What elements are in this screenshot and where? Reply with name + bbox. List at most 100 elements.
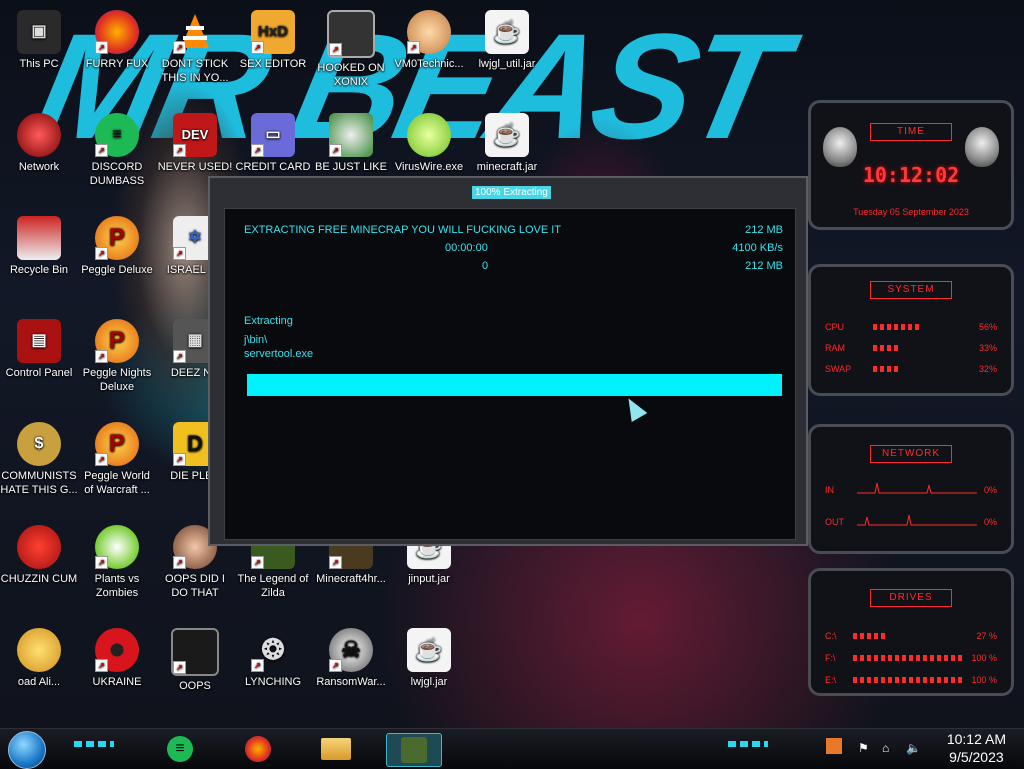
desktop-icon-viruswire[interactable]: VirusWire.exe xyxy=(390,113,468,174)
computer-icon: ▣ xyxy=(17,10,61,54)
processed-size: 212 MB xyxy=(745,260,783,272)
radiation-icon: ↗ xyxy=(95,628,139,672)
firefox-icon xyxy=(245,736,271,762)
taskbar-decoration xyxy=(74,741,114,747)
swap-label: SWAP xyxy=(825,364,852,374)
java-icon: ☕ xyxy=(407,628,451,672)
desktop-icon-oops[interactable]: ↗ OOPS xyxy=(156,628,234,693)
ram-label: RAM xyxy=(825,343,845,353)
network-icon[interactable]: ⌂ xyxy=(882,741,889,755)
desktop-icon-communists[interactable]: $ COMMUNISTS HATE THIS G... xyxy=(0,422,78,497)
icon-label: Recycle Bin xyxy=(9,264,69,276)
taskbar-clock[interactable]: 10:12 AM 9/5/2023 xyxy=(947,730,1006,766)
flag-icon[interactable]: ⚑ xyxy=(858,741,869,755)
money-bag-icon: $ xyxy=(17,422,61,466)
spotify-icon: ≡ ↗ xyxy=(95,113,139,157)
desktop-icon-chuzzin[interactable]: CHUZZIN CUM xyxy=(0,525,78,586)
tray-app-icon[interactable] xyxy=(826,738,842,754)
java-icon: ☕ xyxy=(485,10,529,54)
icon-label: HOOKED ON XONIX xyxy=(317,62,385,88)
santa-icon: ↗ xyxy=(329,113,373,157)
current-file: servertool.exe xyxy=(244,348,314,360)
icon-label: minecraft.jar xyxy=(476,161,538,173)
skull-icon: ☠ ↗ xyxy=(329,628,373,672)
desktop-icon-peggle-deluxe[interactable]: P ↗ Peggle Deluxe xyxy=(78,216,156,277)
extract-heading: EXTRACTING FREE MINECRAP YOU WILL FUCKIN… xyxy=(244,224,562,236)
desktop-icon-peggle-wow[interactable]: P ↗ Peggle World of Warcraft ... xyxy=(78,422,156,497)
desktop-icon-discord[interactable]: ≡ ↗ DISCORD DUMBASS xyxy=(78,113,156,188)
icon-label: LYNCHING xyxy=(244,676,302,688)
desktop-icon-dont-stick[interactable]: ↗ DONT STICK THIS IN YO... xyxy=(156,10,234,85)
desktop-icon-pvz[interactable]: ↗ Plants vs Zombies xyxy=(78,525,156,600)
hxd-icon: HxD ↗ xyxy=(251,10,295,54)
taskbar-firefox[interactable] xyxy=(238,733,278,765)
icon-label: Control Panel xyxy=(5,367,73,379)
drive-f-label: F:\ xyxy=(825,653,836,663)
network-header: NETWORK xyxy=(870,445,952,463)
desktop-icon-control-panel[interactable]: ▤ Control Panel xyxy=(0,319,78,380)
dialog-title: 100% Extracting xyxy=(472,186,551,199)
time-digits: 10:12:02 xyxy=(862,163,960,187)
flower-icon: ↗ xyxy=(95,525,139,569)
desktop-icon-vm0technic[interactable]: ↗ VM0Technic... xyxy=(390,10,468,71)
system-gadget: SYSTEM CPU 56% RAM 33% SWAP 32% xyxy=(808,264,1014,396)
mouse-cursor-icon xyxy=(620,393,648,423)
icon-label: DONT STICK THIS IN YO... xyxy=(161,58,229,84)
elapsed-time: 00:00:00 xyxy=(445,242,488,254)
taskbar-spotify[interactable]: ≡ xyxy=(160,733,200,765)
net-in-value: 0% xyxy=(983,485,997,495)
icon-label: OOPS xyxy=(179,680,211,692)
desktop-icon-be-just-like[interactable]: ↗ BE JUST LIKE xyxy=(312,113,390,174)
recycle-bin-icon xyxy=(17,216,61,260)
desktop-icon-sex-editor[interactable]: HxD ↗ SEX EDITOR xyxy=(234,10,312,71)
drive-e-value: 100 % xyxy=(971,675,997,685)
icon-label: UKRAINE xyxy=(92,676,142,688)
desktop-icon-xonix[interactable]: ↗ HOOKED ON XONIX xyxy=(312,10,390,89)
start-button[interactable] xyxy=(8,731,46,769)
dialog-titlebar[interactable]: 100% Extracting xyxy=(210,178,806,199)
icon-label: OOPS DID I DO THAT xyxy=(165,573,225,599)
desktop-icon-network[interactable]: Network xyxy=(0,113,78,174)
desktop-icon-ransomware[interactable]: ☠ ↗ RansomWar... xyxy=(312,628,390,689)
drive-e-label: E:\ xyxy=(825,675,837,685)
desktop-icon-peggle-nights[interactable]: P ↗ Peggle Nights Deluxe xyxy=(78,319,156,394)
drive-c-label: C:\ xyxy=(825,631,837,641)
desktop-icon-minecraft-jar[interactable]: ☕ minecraft.jar xyxy=(468,113,546,174)
icon-label: CHUZZIN CUM xyxy=(0,573,78,585)
icon-label: jinput.jar xyxy=(408,573,450,585)
extraction-dialog[interactable]: 100% Extracting EXTRACTING FREE MINECRAP… xyxy=(208,176,808,546)
desktop-icon-lynching[interactable]: ❂ ↗ LYNCHING xyxy=(234,628,312,689)
taskbar-explorer[interactable] xyxy=(316,733,356,765)
taskbar-archive-app[interactable] xyxy=(386,733,442,767)
icon-label: Peggle World of Warcraft ... xyxy=(84,470,150,496)
extract-speed: 4100 KB/s xyxy=(732,242,783,254)
peggle-icon: P ↗ xyxy=(95,422,139,466)
credit-card-icon: ▭ ↗ xyxy=(251,113,295,157)
net-in-graph xyxy=(857,482,977,494)
desktop-icon-ali[interactable]: oad Ali... xyxy=(0,628,78,689)
desktop-icon-recycle-bin[interactable]: Recycle Bin xyxy=(0,216,78,277)
desktop-icon-lwjgl[interactable]: ☕ lwjgl.jar xyxy=(390,628,468,689)
firefox-icon: ↗ xyxy=(95,10,139,54)
icon-label: SEX EDITOR xyxy=(239,58,307,70)
desktop-icon-never-used[interactable]: DEV ↗ NEVER USED! xyxy=(156,113,234,174)
spotify-icon: ≡ xyxy=(167,736,193,762)
desktop-icon-this-pc[interactable]: ▣ This PC xyxy=(0,10,78,71)
alien-head-icon xyxy=(965,127,999,167)
desktop-icon-credit-card[interactable]: ▭ ↗ CREDIT CARD xyxy=(234,113,312,174)
network-icon xyxy=(17,113,61,157)
dev-icon: DEV ↗ xyxy=(173,113,217,157)
drive-f-meter xyxy=(853,655,963,661)
control-panel-icon: ▤ xyxy=(17,319,61,363)
taskbar-decoration xyxy=(728,741,768,747)
icon-label: Plants vs Zombies xyxy=(94,573,140,599)
desktop-icon-ukraine[interactable]: ↗ UKRAINE xyxy=(78,628,156,689)
volume-icon[interactable]: 🔈 xyxy=(906,741,921,755)
icon-label: lwjgl.jar xyxy=(410,676,448,688)
monitor-icon: ↗ xyxy=(171,628,219,676)
current-path: j\bin\ xyxy=(244,334,268,346)
desktop-icon-furry-fux[interactable]: ↗ FURRY FUX xyxy=(78,10,156,71)
total-size: 212 MB xyxy=(745,224,783,236)
desktop-icon-lwjgl-util[interactable]: ☕ lwjgl_util.jar xyxy=(468,10,546,71)
date-text: Tuesday 05 September 2023 xyxy=(853,207,969,217)
